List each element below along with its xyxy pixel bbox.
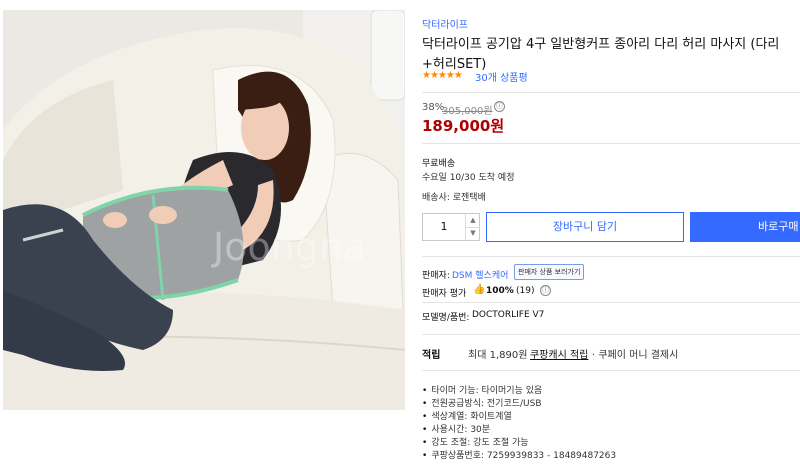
quantity-stepper[interactable]: 1 ▲ ▼ bbox=[422, 213, 480, 241]
divider bbox=[422, 302, 800, 303]
seller-rating-value: 100% bbox=[486, 286, 514, 296]
reward-condition: · 쿠페이 머니 결제시 bbox=[592, 350, 679, 361]
spec-text: 전원공급방식: 전기코드/USB bbox=[431, 399, 542, 409]
brand-link[interactable]: 닥터라이프 bbox=[422, 16, 468, 31]
rating-stars-icon: ★★★★★ bbox=[422, 70, 463, 81]
spec-item: • 강도 조절: 강도 조절 가능 bbox=[422, 435, 529, 448]
bullet-icon: • bbox=[422, 386, 428, 396]
arrival-date: 수요일 10/30 도착 예정 bbox=[422, 173, 515, 183]
add-to-cart-button[interactable]: 장바구니 담기 bbox=[486, 212, 684, 242]
model-label: 모델명/품번: bbox=[422, 313, 470, 323]
coupang-cash-link[interactable]: 쿠팡캐시 적립 bbox=[530, 346, 588, 361]
product-title-line1: 닥터라이프 공기압 4구 일반형커프 종아리 다리 허리 마사지 (다리 bbox=[422, 37, 780, 52]
spec-text: 쿠팡상품번호: 7259939833 - 18489487263 bbox=[431, 451, 617, 461]
shipping-carrier: 배송사: 로젠택배 bbox=[422, 193, 486, 203]
quantity-decrease-icon[interactable]: ▼ bbox=[465, 227, 480, 240]
spec-item: • 전원공급방식: 전기코드/USB bbox=[422, 396, 542, 409]
product-image[interactable]: Joongna bbox=[3, 10, 405, 410]
spec-text: 사용시간: 30분 bbox=[431, 425, 491, 435]
divider bbox=[422, 370, 800, 371]
seller-rating-label: 판매자 평가 bbox=[422, 289, 467, 299]
product-info-panel: 닥터라이프 닥터라이프 공기압 4구 일반형커프 종아리 다리 허리 마사지 (… bbox=[420, 0, 800, 466]
seller-name-link[interactable]: DSM 헬스케어 bbox=[452, 268, 508, 281]
bullet-icon: • bbox=[422, 451, 428, 461]
watermark-text: Joongna bbox=[211, 225, 366, 269]
buy-now-button[interactable]: 바로구매 bbox=[690, 212, 800, 242]
divider bbox=[422, 334, 800, 335]
price-info-icon[interactable]: ⓘ bbox=[494, 101, 505, 112]
spec-text: 강도 조절: 강도 조절 가능 bbox=[431, 438, 529, 448]
seller-rating-count: (19) bbox=[516, 286, 535, 296]
discount-rate: 38% bbox=[422, 102, 445, 113]
reward-max: 최대 1,890원 bbox=[468, 350, 528, 361]
spec-item: • 색상계열: 화이트계열 bbox=[422, 409, 512, 422]
spec-text: 타이머 기능: 타이머기능 있음 bbox=[431, 386, 543, 396]
quantity-increase-icon[interactable]: ▲ bbox=[465, 214, 480, 228]
bullet-icon: • bbox=[422, 412, 428, 422]
spec-text: 색상계열: 화이트계열 bbox=[431, 412, 512, 422]
reward-label: 적립 bbox=[422, 350, 441, 361]
quantity-input[interactable]: 1 bbox=[423, 214, 465, 240]
product-photo-illustration: Joongna bbox=[3, 10, 405, 410]
spec-item: • 사용시간: 30분 bbox=[422, 422, 490, 435]
spec-item: • 타이머 기능: 타이머기능 있음 bbox=[422, 383, 542, 396]
bullet-icon: • bbox=[422, 399, 428, 409]
seller-rating-info-icon[interactable]: ⓘ bbox=[540, 285, 551, 296]
spec-item: • 쿠팡상품번호: 7259939833 - 18489487263 bbox=[422, 448, 616, 461]
thumbs-up-icon: 👍 bbox=[473, 284, 486, 295]
divider bbox=[422, 143, 800, 144]
free-shipping-label: 무료배송 bbox=[422, 159, 456, 169]
divider bbox=[422, 92, 800, 93]
sale-price: 189,000원 bbox=[422, 117, 505, 135]
review-count-link[interactable]: 30개 상품평 bbox=[475, 69, 528, 84]
divider bbox=[422, 256, 800, 257]
model-value: DOCTORLIFE V7 bbox=[472, 310, 545, 320]
seller-label: 판매자: bbox=[422, 271, 450, 281]
seller-products-button[interactable]: 판매자 상품 보러가기 bbox=[514, 264, 585, 280]
bullet-icon: • bbox=[422, 425, 428, 435]
bullet-icon: • bbox=[422, 438, 428, 448]
